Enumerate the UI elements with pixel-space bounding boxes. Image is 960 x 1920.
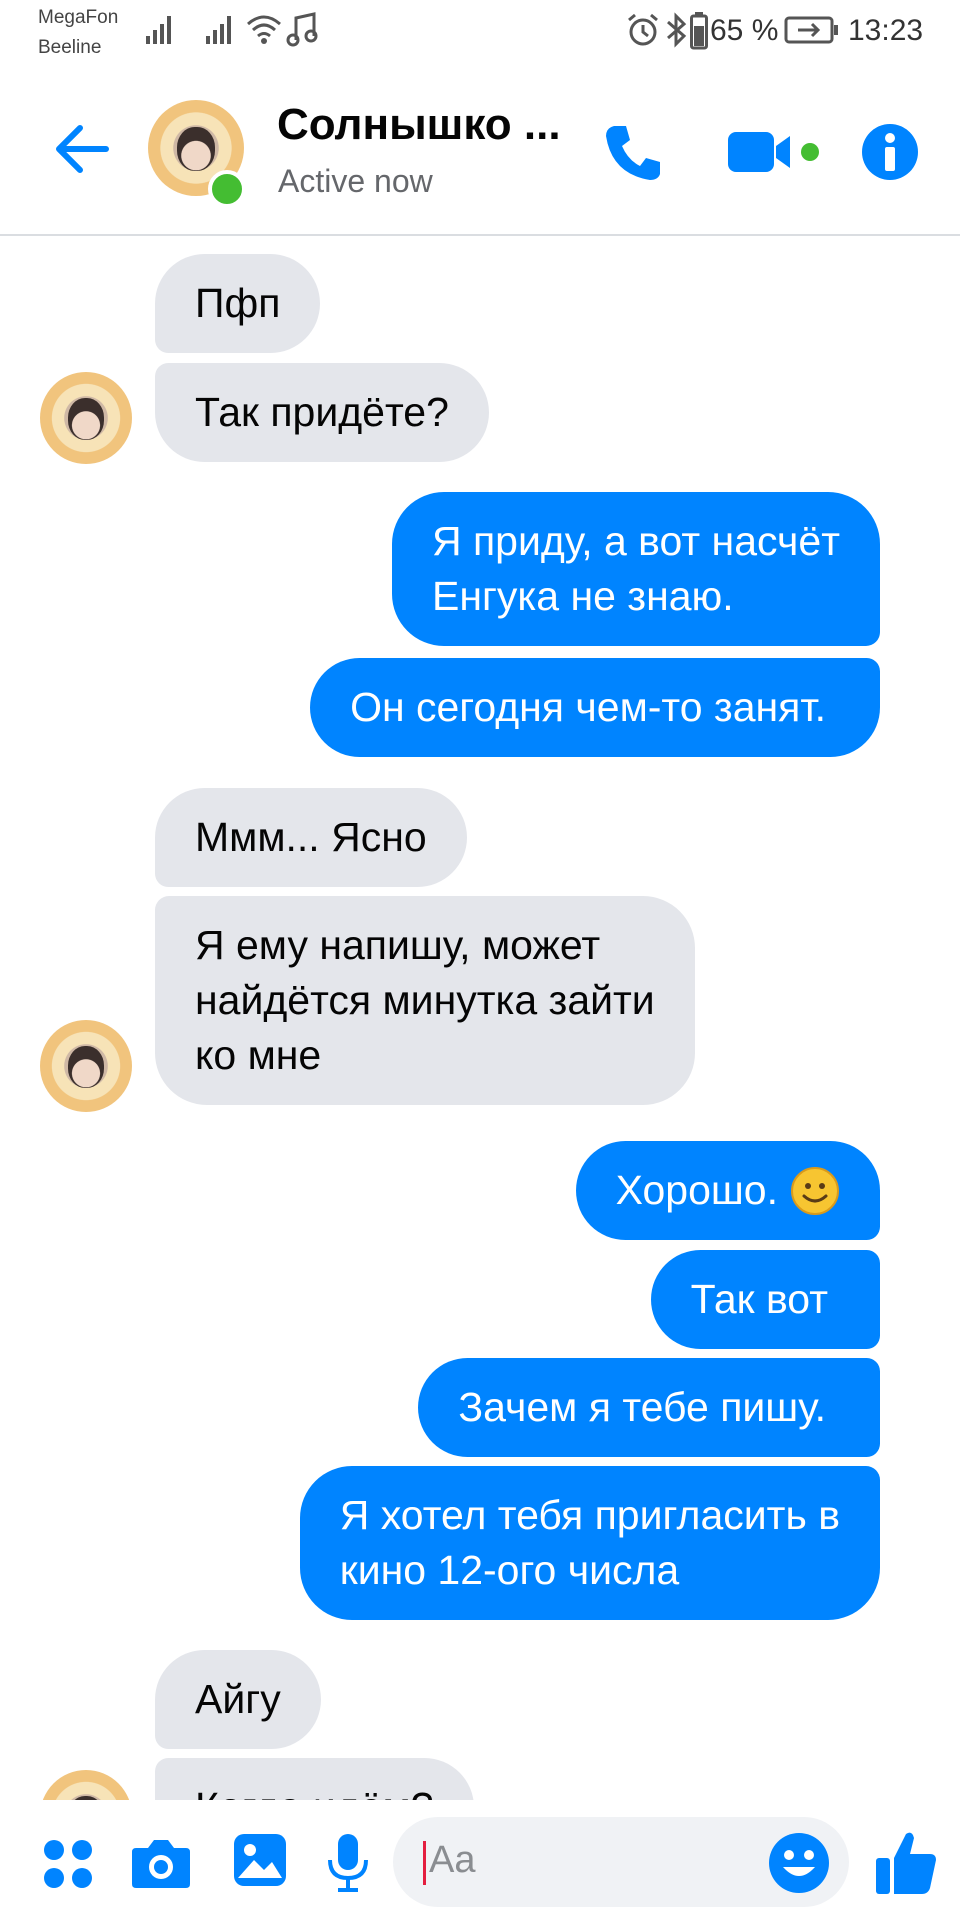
battery-saver-icon [784, 16, 838, 44]
info-icon[interactable] [860, 122, 920, 182]
outgoing-message[interactable]: Он сегодня чем-то занят. [310, 658, 880, 757]
incoming-message[interactable]: Так придёте? [155, 363, 489, 462]
alarm-icon [628, 13, 658, 46]
music-icon [286, 12, 318, 47]
carrier-name: Beeline [38, 37, 102, 58]
phone-call-icon[interactable] [602, 120, 666, 184]
apps-icon[interactable] [40, 1836, 96, 1892]
video-call-icon[interactable] [726, 124, 822, 180]
contact-avatar[interactable] [40, 372, 132, 464]
signal-icon [146, 14, 171, 44]
incoming-message[interactable]: Я ему напишу, может найдётся минутка зай… [155, 896, 695, 1105]
contact-avatar[interactable] [40, 1020, 132, 1112]
incoming-message[interactable]: Когда идём? [155, 1758, 474, 1800]
emoji-icon[interactable] [767, 1831, 831, 1895]
battery-icon [690, 12, 708, 50]
active-status: Active now [278, 163, 433, 199]
incoming-message[interactable]: Ммм... Ясно [155, 788, 467, 887]
outgoing-message[interactable]: Так вот [650, 1250, 880, 1349]
bluetooth-icon [667, 12, 687, 48]
incoming-message[interactable]: Пфп [155, 254, 321, 353]
smiley-emoji-icon [791, 1166, 839, 1215]
online-status-dot [208, 170, 246, 208]
conversation-header: Солнышко ... Active now [0, 62, 960, 236]
outgoing-message[interactable]: Я приду, а вот насчёт Енгука не знаю. [391, 492, 880, 646]
contact-avatar[interactable] [40, 1770, 132, 1800]
like-thumbs-up-icon[interactable] [874, 1828, 938, 1896]
back-arrow-icon[interactable] [52, 122, 112, 176]
message-list[interactable]: Пфп Так придёте? Я приду, а вот насчёт Е… [0, 236, 960, 1800]
outgoing-message[interactable]: Хорошо. [575, 1141, 880, 1240]
gallery-icon[interactable] [232, 1832, 288, 1888]
message-input-placeholder: Aa [429, 1839, 476, 1881]
battery-percent: 65 % [710, 14, 779, 47]
outgoing-message[interactable]: Зачем я тебе пишу. [418, 1358, 880, 1457]
composer-bar: Aa [0, 1800, 960, 1920]
incoming-message[interactable]: Айгу [155, 1650, 321, 1749]
outgoing-message[interactable]: Я хотел тебя пригласить в кино 12-ого чи… [299, 1466, 880, 1620]
microphone-icon[interactable] [326, 1832, 370, 1894]
camera-icon[interactable] [130, 1836, 192, 1890]
signal-icon [206, 14, 231, 44]
clock: 13:23 [848, 14, 924, 47]
message-input[interactable]: Aa [393, 1817, 849, 1907]
text-caret [423, 1841, 426, 1885]
status-bar: MegaFon Beeline 65 % 13:23 [0, 0, 960, 62]
carrier-name: MegaFon [38, 7, 119, 28]
contact-name[interactable]: Солнышко ... [277, 100, 561, 150]
message-text: Хорошо. [615, 1167, 778, 1213]
wifi-icon [247, 15, 281, 44]
